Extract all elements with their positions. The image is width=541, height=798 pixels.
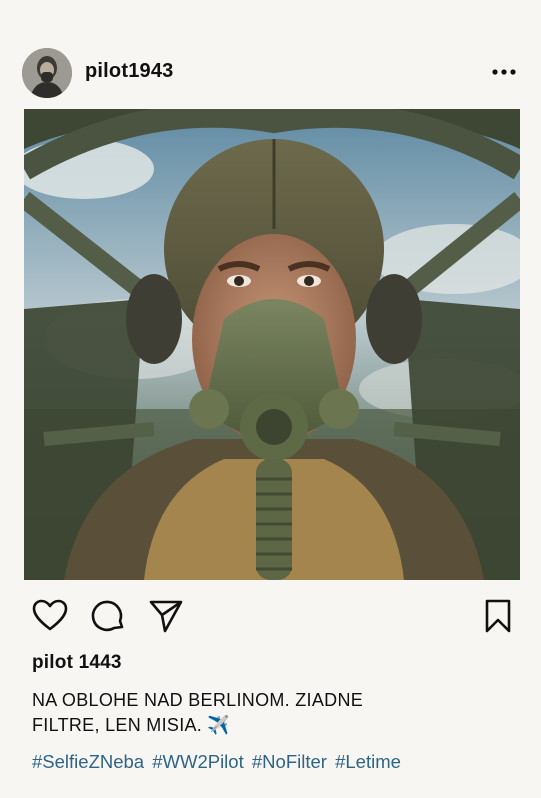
heart-icon[interactable] — [30, 596, 70, 636]
comment-icon[interactable] — [88, 596, 128, 636]
hashtag-link[interactable]: #NoFilter — [252, 751, 327, 772]
airplane-emoji: ✈️ — [207, 715, 231, 735]
hashtags: #SelfieZNeba #WW2Pilot #NoFilter #Letime — [32, 751, 404, 773]
caption-text: NA OBLOHE NAD BERLINOM. ZIADNE FILTRE, L… — [32, 690, 364, 735]
post-caption: NA OBLOHE NAD BERLINOM. ZIADNE FILTRE, L… — [32, 688, 432, 738]
likes-user[interactable]: pilot 1443 — [32, 652, 122, 674]
username[interactable]: pilot1943 — [85, 60, 174, 83]
bookmark-icon[interactable] — [478, 596, 518, 636]
hashtag-link[interactable]: #SelfieZNeba — [32, 751, 144, 772]
post-photo[interactable] — [24, 109, 520, 580]
avatar-image — [22, 48, 72, 98]
pilot-photo — [24, 109, 520, 580]
avatar[interactable] — [22, 48, 72, 98]
hashtag-link[interactable]: #WW2Pilot — [152, 751, 244, 772]
hashtag-link[interactable]: #Letime — [335, 751, 401, 772]
post-header: pilot1943 — [22, 48, 520, 98]
more-dots-icon[interactable] — [490, 62, 518, 82]
action-bar — [24, 596, 520, 636]
send-icon[interactable] — [146, 596, 186, 636]
